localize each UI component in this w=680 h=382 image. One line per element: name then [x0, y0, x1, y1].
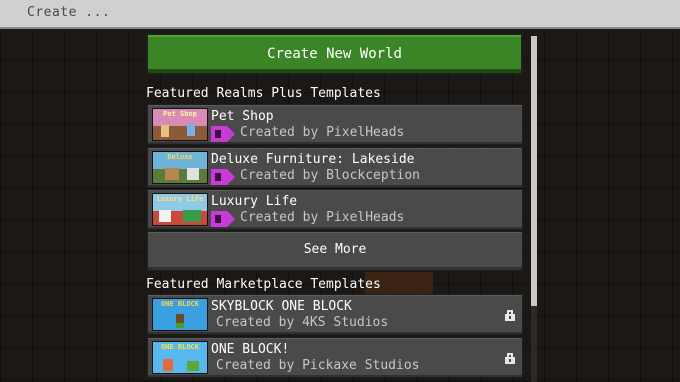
template-title: SKYBLOCK ONE BLOCK — [211, 299, 352, 314]
template-creator: Created by PixelHeads — [240, 125, 405, 140]
template-tile-deluxe-furniture[interactable]: Deluxe Deluxe Furniture: Lakeside Create… — [147, 147, 523, 188]
skyblock-thumbnail-icon: ONE BLOCK — [152, 298, 208, 331]
template-creator: Created by Blockception — [240, 168, 421, 183]
screen-title: Create ... — [27, 5, 111, 20]
template-tile-skyblock-one-block[interactable]: ONE BLOCK SKYBLOCK ONE BLOCK Created by … — [147, 294, 523, 335]
create-new-world-button[interactable]: Create New World — [146, 33, 523, 75]
realms-plus-badge-icon — [211, 126, 235, 142]
template-tile-luxury-life[interactable]: Luxury Life Luxury Life Created by Pixel… — [147, 189, 523, 230]
template-creator: Created by Pickaxe Studios — [216, 358, 420, 373]
luxury-life-thumbnail-icon: Luxury Life — [152, 193, 208, 226]
see-more-button[interactable]: See More — [147, 231, 523, 271]
template-creator: Created by 4KS Studios — [216, 315, 389, 330]
lakeside-thumbnail-icon: Deluxe — [152, 151, 208, 184]
pet-shop-thumbnail-icon: Pet Shop — [152, 108, 208, 141]
scrollbar-thumb[interactable] — [531, 36, 537, 306]
template-tile-pet-shop[interactable]: Pet Shop Pet Shop Created by PixelHeads — [147, 104, 523, 145]
realms-plus-badge-icon — [211, 211, 235, 227]
top-bar: Create ... — [0, 0, 680, 29]
one-block-thumbnail-icon: ONE BLOCK — [152, 341, 208, 374]
lock-icon — [505, 353, 515, 364]
template-tile-one-block[interactable]: ONE BLOCK ONE BLOCK! Created by Pickaxe … — [147, 337, 523, 378]
template-creator: Created by PixelHeads — [240, 210, 405, 225]
template-title: Pet Shop — [211, 109, 274, 124]
template-title: Deluxe Furniture: Lakeside — [211, 152, 415, 167]
marketplace-section-heading: Featured Marketplace Templates — [146, 277, 381, 292]
realms-plus-badge-icon — [211, 169, 235, 185]
template-title: ONE BLOCK! — [211, 342, 290, 357]
realms-section-heading: Featured Realms Plus Templates — [146, 86, 381, 101]
lock-icon — [505, 310, 515, 321]
template-title: Luxury Life — [211, 194, 298, 209]
